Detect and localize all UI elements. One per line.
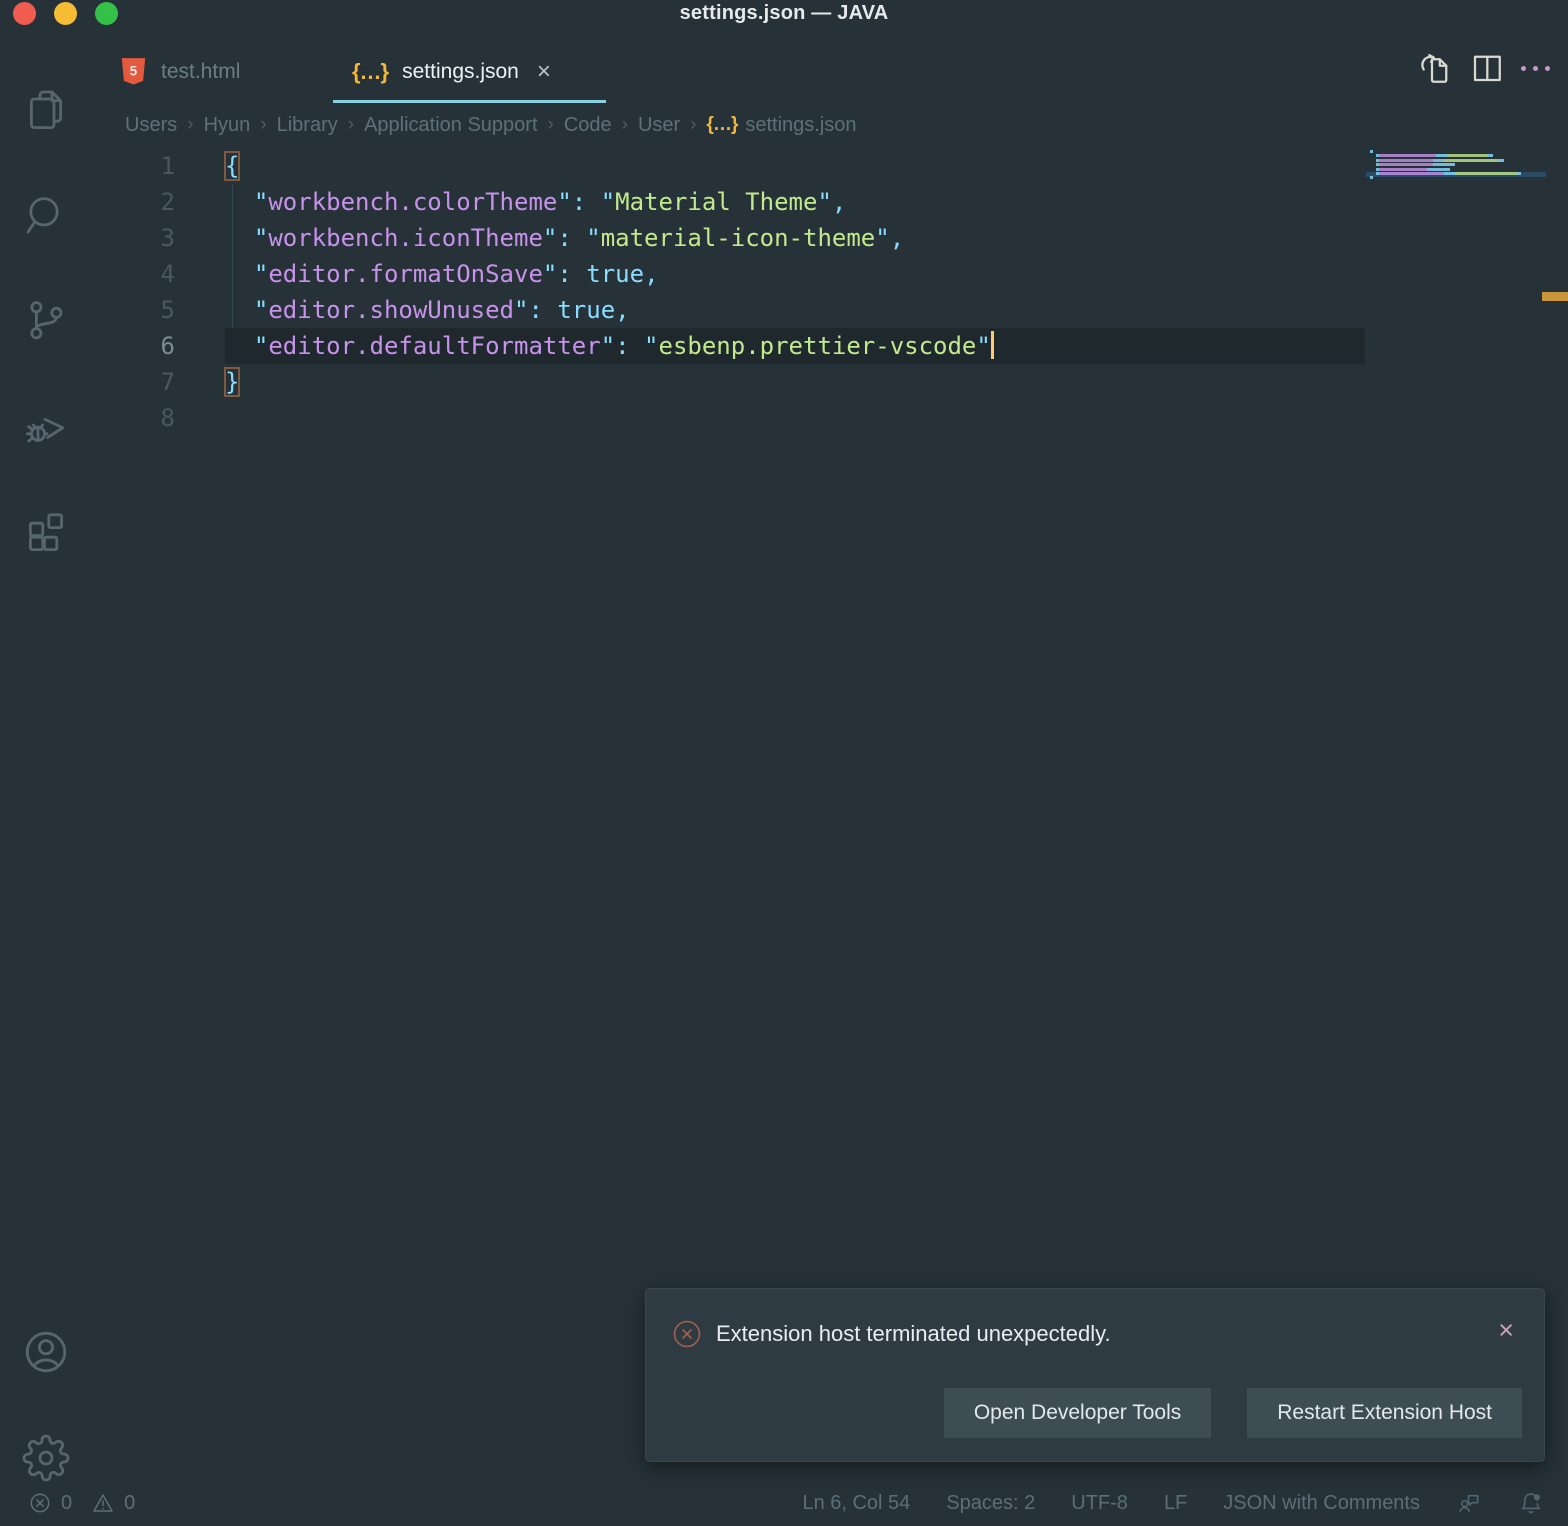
breadcrumb-separator-icon: ›: [547, 114, 554, 135]
title-bar: settings.json — JAVA: [0, 0, 1568, 30]
tab-label: test.html: [161, 59, 241, 83]
run-and-debug-icon[interactable]: [22, 401, 70, 449]
editor-actions: [1417, 50, 1550, 86]
breadcrumb-item[interactable]: Application Support: [364, 114, 537, 137]
minimap[interactable]: [1366, 150, 1546, 185]
tab-label: settings.json: [402, 59, 519, 83]
code-line: 4 "editor.formatOnSave": true,: [110, 256, 1568, 292]
code-line: 7}: [110, 364, 1568, 400]
code-line-text: "workbench.colorTheme": "Material Theme"…: [253, 188, 847, 216]
line-number: 8: [160, 404, 175, 432]
warning-count-icon: [93, 1494, 113, 1512]
minimap-line: [1370, 163, 1542, 167]
notifications-bell-icon[interactable]: [1518, 1490, 1544, 1516]
minimap-line: [1370, 181, 1542, 184]
code-line: 3 "workbench.iconTheme": "material-icon-…: [110, 220, 1568, 256]
breadcrumb-item[interactable]: Users: [125, 114, 177, 137]
breadcrumb-item[interactable]: User: [638, 114, 680, 137]
extensions-icon[interactable]: [22, 506, 70, 554]
json-braces-icon: {…}: [706, 114, 739, 135]
code-line: 6 "editor.defaultFormatter": "esbenp.pre…: [110, 328, 1568, 364]
minimap-line: [1370, 150, 1542, 153]
error-count-icon: [30, 1493, 50, 1513]
tab-close-icon[interactable]: ×: [537, 59, 551, 84]
code-line-text: "editor.defaultFormatter": "esbenp.prett…: [225, 328, 1365, 364]
notification-close-icon[interactable]: ×: [1498, 1317, 1514, 1344]
notification-message: Extension host terminated unexpectedly.: [716, 1321, 1111, 1346]
accounts-icon[interactable]: [22, 1328, 70, 1376]
code-line-text: }: [223, 367, 241, 397]
line-number: 7: [160, 368, 175, 396]
minimap-line: [1366, 171, 1546, 177]
editor-tab-bar: 5 test.html {…} settings.json ×: [110, 40, 1568, 103]
breadcrumb-item[interactable]: Hyun: [204, 114, 251, 137]
status-item-spaces-2[interactable]: Spaces: 2: [946, 1492, 1035, 1515]
json-braces-icon: {…}: [352, 58, 389, 84]
tab-test-html[interactable]: 5 test.html: [110, 40, 330, 103]
search-icon[interactable]: [22, 191, 70, 239]
overview-ruler-marker: [1542, 292, 1568, 301]
breadcrumb-item[interactable]: Library: [277, 114, 338, 137]
code-line-text: {: [223, 151, 241, 181]
line-number: 1: [160, 152, 175, 180]
vscode-window: settings.json — JAVA 5 test.html {…} set…: [0, 0, 1568, 1526]
minimap-line: [1370, 154, 1542, 158]
line-number: 2: [160, 188, 175, 216]
breadcrumb: Users › Hyun › Library › Application Support › C…: [125, 108, 857, 142]
minimap-line: [1370, 167, 1542, 171]
status-item-ln-6-col-54[interactable]: Ln 6, Col 54: [802, 1492, 910, 1515]
svg-text:5: 5: [130, 63, 138, 78]
breadcrumb-item[interactable]: Code: [564, 114, 612, 137]
split-editor-icon[interactable]: [1469, 50, 1505, 86]
notification-toast: Extension host terminated unexpectedly. …: [645, 1288, 1545, 1462]
explorer-icon[interactable]: [22, 86, 70, 134]
breadcrumb-separator-icon: ›: [621, 114, 628, 135]
activity-bar: [0, 30, 110, 1482]
status-item-lf[interactable]: LF: [1164, 1492, 1187, 1515]
open-changes-icon[interactable]: [1417, 50, 1453, 86]
active-tab-indicator: [333, 100, 606, 103]
text-cursor: [990, 331, 994, 359]
code-lines: 1{2 "workbench.colorTheme": "Material Th…: [110, 148, 1568, 436]
code-editor[interactable]: 1{2 "workbench.colorTheme": "Material Th…: [110, 143, 1568, 1480]
breadcrumb-separator-icon: ›: [690, 114, 697, 135]
minimap-line: [1370, 176, 1542, 180]
code-line-text: "workbench.iconTheme": "material-icon-th…: [253, 224, 905, 252]
breadcrumb-separator-icon: ›: [260, 114, 267, 135]
line-number: 4: [160, 260, 175, 288]
error-icon: [672, 1319, 702, 1349]
open-developer-tools-button[interactable]: Open Developer Tools: [943, 1388, 1212, 1438]
code-line-text: "editor.formatOnSave": true,: [253, 260, 659, 288]
error-count: 0: [61, 1491, 73, 1514]
status-bar-right: Ln 6, Col 54 Spaces: 2 UTF-8 LF JSON with Co…: [802, 1480, 1544, 1526]
restart-extension-host-button[interactable]: Restart Extension Host: [1247, 1388, 1522, 1438]
more-actions-icon[interactable]: [1521, 50, 1550, 86]
code-line: 2 "workbench.colorTheme": "Material Them…: [110, 184, 1568, 220]
breadcrumb-separator-icon: ›: [347, 114, 355, 135]
code-line: 8: [110, 400, 1568, 436]
tab-settings-json[interactable]: {…} settings.json ×: [330, 40, 612, 103]
settings-gear-icon[interactable]: [22, 1434, 70, 1482]
notification-buttons: Open Developer Tools Restart Extension Ho…: [943, 1388, 1522, 1438]
status-item-json-with-comments[interactable]: JSON with Comments: [1223, 1492, 1420, 1515]
html5-icon: 5: [121, 58, 146, 85]
feedback-icon[interactable]: [1456, 1490, 1482, 1516]
minimap-line: [1370, 158, 1542, 162]
breadcrumb-separator-icon: ›: [187, 114, 194, 135]
problems-status[interactable]: 0 0: [28, 1480, 135, 1526]
code-line: 1{: [110, 148, 1568, 184]
warning-count: 0: [124, 1491, 136, 1514]
source-control-icon[interactable]: [22, 296, 70, 344]
code-line-text: "editor.showUnused": true,: [253, 296, 630, 324]
breadcrumb-item[interactable]: settings.json: [745, 114, 856, 137]
status-item-utf-8[interactable]: UTF-8: [1071, 1492, 1128, 1515]
line-number: 5: [160, 296, 175, 324]
window-title: settings.json — JAVA: [679, 2, 889, 24]
status-bar: 0 0 Ln 6, Col 54 Spaces: 2 UTF-8 LF JSON wit…: [0, 1480, 1568, 1526]
line-number: 6: [160, 332, 175, 360]
code-line: 5 "editor.showUnused": true,: [110, 292, 1568, 328]
line-number: 3: [160, 224, 175, 252]
